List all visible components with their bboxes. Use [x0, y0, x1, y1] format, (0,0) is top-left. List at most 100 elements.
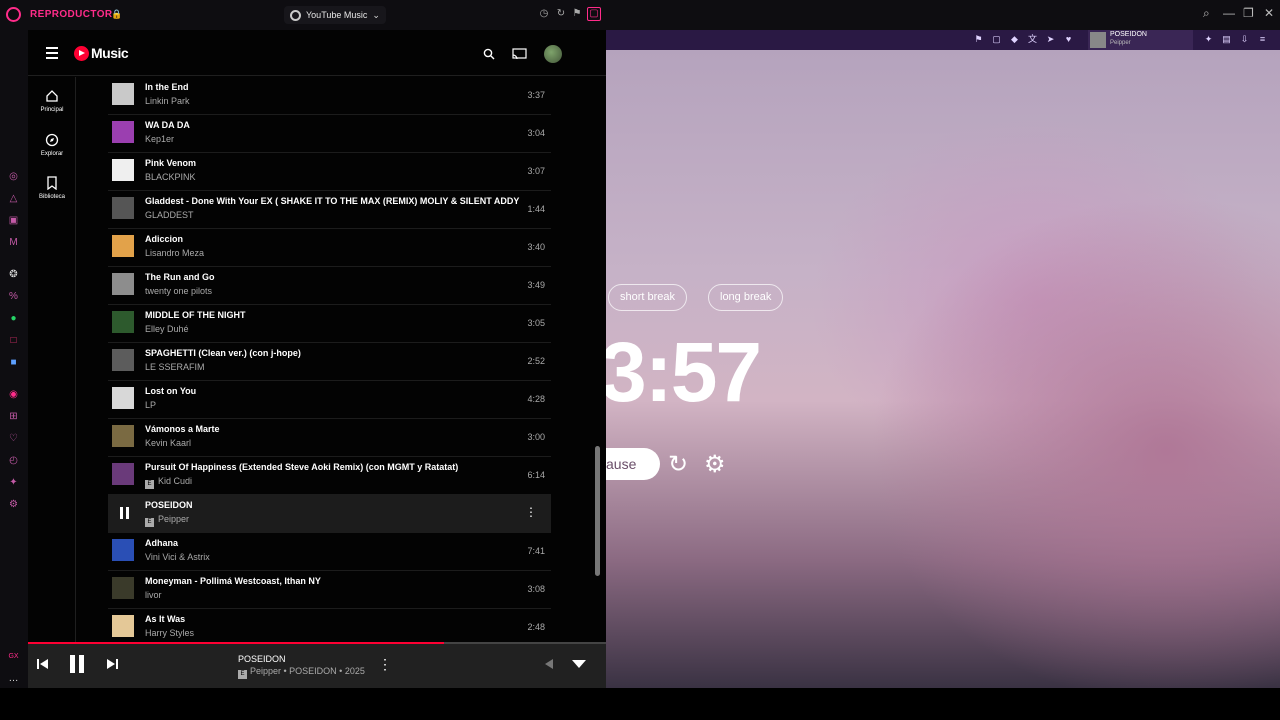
album-art[interactable]: [112, 197, 134, 219]
shield-icon[interactable]: ◆: [1009, 34, 1020, 45]
track-row[interactable]: POSEIDON E Peipper ⋮: [108, 495, 551, 533]
ai-icon[interactable]: △: [7, 192, 20, 205]
openai-icon[interactable]: ❂: [7, 268, 20, 281]
track-row[interactable]: The Run and Go twenty one pilots 3:49: [108, 267, 551, 305]
translate-icon[interactable]: 文: [1027, 34, 1038, 45]
album-art[interactable]: [112, 577, 134, 599]
scrollbar[interactable]: [595, 90, 600, 648]
track-title[interactable]: Adhana: [145, 538, 178, 548]
reload-icon[interactable]: ↻: [555, 8, 567, 20]
minimize-icon[interactable]: —: [1223, 6, 1235, 20]
track-title[interactable]: WA DA DA: [145, 120, 190, 130]
more-icon[interactable]: …: [7, 672, 20, 685]
pause-icon[interactable]: [68, 654, 86, 674]
heart-icon[interactable]: ♥: [1063, 34, 1074, 45]
track-row[interactable]: Pink Venom BLACKPINK 3:07: [108, 153, 551, 191]
track-title[interactable]: MIDDLE OF THE NIGHT: [145, 310, 246, 320]
previous-icon[interactable]: [37, 658, 49, 670]
menu-icon[interactable]: [46, 47, 58, 62]
send-icon[interactable]: ➤: [1045, 34, 1056, 45]
short-break-button[interactable]: short break: [608, 284, 688, 311]
track-artist[interactable]: E Kid Cudi: [145, 476, 192, 489]
search-icon[interactable]: ⌕: [1203, 6, 1210, 21]
track-title[interactable]: POSEIDON: [145, 500, 193, 510]
track-row[interactable]: MIDDLE OF THE NIGHT Elley Duhé 3:05: [108, 305, 551, 343]
track-artist[interactable]: LP: [145, 400, 156, 410]
youtube-music-logo-icon[interactable]: [74, 46, 89, 61]
track-title[interactable]: Vámonos a Marte: [145, 424, 220, 434]
track-artist[interactable]: livor: [145, 590, 162, 600]
mini-player[interactable]: POSEIDON Peipper: [1088, 30, 1193, 50]
nav-item-home[interactable]: Principal: [28, 89, 76, 113]
track-title[interactable]: SPAGHETTI (Clean ver.) (con j-hope): [145, 348, 301, 358]
track-title[interactable]: Gladdest - Done With Your EX ( SHAKE IT …: [145, 196, 519, 206]
gx-icon[interactable]: GX: [7, 650, 20, 663]
settings-icon[interactable]: ⚙: [7, 498, 20, 511]
track-row[interactable]: SPAGHETTI (Clean ver.) (con j-hope) LE SS…: [108, 343, 551, 381]
track-title[interactable]: Adiccion: [145, 234, 183, 244]
extensions-icon[interactable]: ✦: [1203, 34, 1214, 45]
easy-setup-icon[interactable]: ≡: [1257, 34, 1268, 45]
track-row[interactable]: Pursuit Of Happiness (Extended Steve Aok…: [108, 457, 551, 495]
panel-toggle-icon[interactable]: ▢: [587, 7, 601, 21]
pin-icon[interactable]: ⚑: [973, 34, 984, 45]
close-icon[interactable]: ✕: [1264, 6, 1274, 20]
music-player-icon[interactable]: ◉: [7, 388, 20, 401]
reset-icon[interactable]: ↻: [668, 450, 688, 479]
track-artist[interactable]: BLACKPINK: [145, 172, 196, 182]
avatar[interactable]: [544, 45, 562, 63]
album-art[interactable]: [112, 539, 134, 561]
track-row[interactable]: Adiccion Lisandro Meza 3:40: [108, 229, 551, 267]
track-row[interactable]: WA DA DA Kep1er 3:04: [108, 115, 551, 153]
track-title[interactable]: Moneyman - Pollimá Westcoast, Ithan NY: [145, 576, 321, 586]
album-art[interactable]: [112, 425, 134, 447]
track-title[interactable]: Lost on You: [145, 386, 196, 396]
track-row[interactable]: Lost on You LP 4:28: [108, 381, 551, 419]
instagram-icon[interactable]: □: [7, 334, 20, 347]
album-art[interactable]: [112, 235, 134, 257]
album-art[interactable]: [112, 311, 134, 333]
whatsapp-icon[interactable]: ●: [7, 312, 20, 325]
album-art[interactable]: [112, 273, 134, 295]
album-art[interactable]: [112, 83, 134, 105]
track-artist[interactable]: Harry Styles: [145, 628, 194, 638]
track-artist[interactable]: GLADDEST: [145, 210, 194, 220]
long-break-button[interactable]: long break: [708, 284, 784, 311]
opera-logo-icon[interactable]: [6, 7, 21, 22]
wallet-icon[interactable]: ▤: [1221, 34, 1232, 45]
tab-youtube-music[interactable]: YouTube Music ⌄: [284, 6, 386, 24]
percent-icon[interactable]: %: [7, 290, 20, 303]
maximize-icon[interactable]: ❐: [1243, 6, 1254, 20]
screenshot-icon[interactable]: ▢: [991, 34, 1002, 45]
track-row[interactable]: In the End Linkin Park 3:37: [108, 77, 551, 115]
player-icon[interactable]: ◎: [7, 170, 20, 183]
nav-item-explore[interactable]: Explorar: [28, 133, 76, 157]
scrollbar-thumb[interactable]: [595, 446, 600, 576]
track-artist[interactable]: E Peipper: [145, 514, 189, 527]
gear-icon[interactable]: ⚙: [704, 450, 726, 479]
album-art[interactable]: [112, 615, 134, 637]
collapse-left-icon[interactable]: [544, 659, 554, 669]
track-row[interactable]: Gladdest - Done With Your EX ( SHAKE IT …: [108, 191, 551, 229]
album-art[interactable]: [112, 349, 134, 371]
cast-icon[interactable]: [512, 48, 527, 60]
nav-item-library[interactable]: Biblioteca: [28, 176, 76, 200]
now-playing-subtitle[interactable]: E Peipper • POSEIDON • 2025: [238, 666, 365, 679]
track-artist[interactable]: Lisandro Meza: [145, 248, 204, 258]
clock-icon[interactable]: ◴: [7, 454, 20, 467]
track-artist[interactable]: Kevin Kaarl: [145, 438, 191, 448]
heart-icon[interactable]: ♡: [7, 432, 20, 445]
gallery-icon[interactable]: ▣: [7, 214, 20, 227]
more-options-icon[interactable]: ⋮: [525, 506, 537, 518]
track-title[interactable]: Pink Venom: [145, 158, 196, 168]
track-artist[interactable]: Vini Vici & Astrix: [145, 552, 210, 562]
track-row[interactable]: Moneyman - Pollimá Westcoast, Ithan NY li…: [108, 571, 551, 609]
track-artist[interactable]: LE SSERAFIM: [145, 362, 205, 372]
more-options-icon[interactable]: ⋮: [378, 656, 392, 673]
chevron-down-icon[interactable]: [572, 660, 586, 669]
track-row[interactable]: Adhana Vini Vici & Astrix 7:41: [108, 533, 551, 571]
album-art[interactable]: [112, 463, 134, 485]
download-icon[interactable]: ⇩: [1239, 34, 1250, 45]
extensions-icon[interactable]: ✦: [7, 476, 20, 489]
pause-icon[interactable]: [120, 507, 130, 519]
